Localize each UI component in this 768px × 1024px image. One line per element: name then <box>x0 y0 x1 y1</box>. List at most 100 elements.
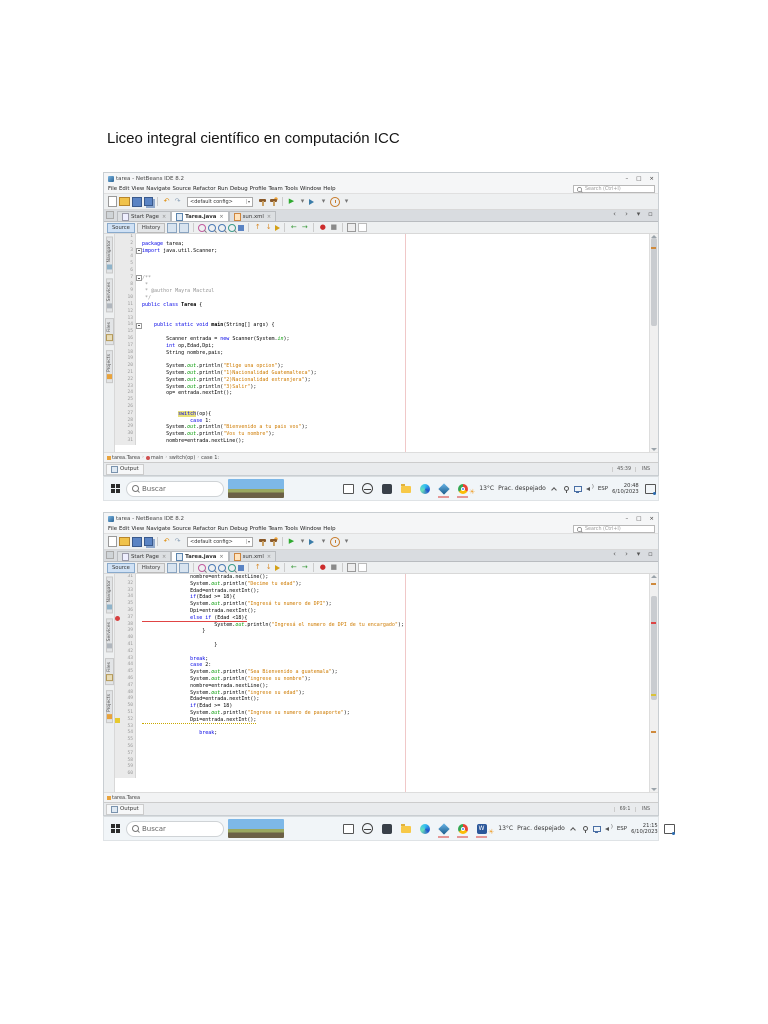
side-tab-services[interactable]: Services <box>105 618 113 653</box>
taskbar-search[interactable]: Buscar <box>126 480 224 497</box>
breadcrumb-item[interactable]: main <box>145 455 163 461</box>
maximize-editor-icon[interactable]: ▫ <box>646 210 655 219</box>
tab-close-icon[interactable]: × <box>162 214 166 220</box>
language-indicator[interactable]: ESP <box>598 486 608 492</box>
new-file-icon[interactable] <box>108 536 117 547</box>
menu-team[interactable]: Team <box>268 526 282 532</box>
toggle-bookmark-icon[interactable] <box>275 564 281 571</box>
tab-start-page[interactable]: Start Page × <box>117 211 172 221</box>
file-explorer-icon[interactable] <box>399 479 412 498</box>
find-next-icon[interactable] <box>208 223 217 232</box>
last-edit-location-icon[interactable] <box>167 222 178 233</box>
scroll-tabs-right-icon[interactable]: › <box>622 550 631 559</box>
start-macro-icon[interactable]: ● <box>318 223 327 232</box>
back-icon[interactable] <box>179 222 190 233</box>
tab-start-page[interactable]: Start Page × <box>117 551 172 561</box>
quick-search[interactable]: Search (Ctrl+I) <box>573 525 655 533</box>
taskbar-clock[interactable]: 20:48 6/10/2023 <box>612 483 639 495</box>
weather-widget[interactable] <box>228 819 284 838</box>
shift-left-icon[interactable]: ← <box>289 563 298 572</box>
next-occurrence-icon[interactable]: ↓ <box>264 563 273 572</box>
select-document-icon[interactable] <box>238 564 245 571</box>
network-icon[interactable] <box>573 485 582 493</box>
find-previous-icon[interactable] <box>218 563 227 572</box>
start-button[interactable] <box>111 824 120 833</box>
undo-icon[interactable]: ↶ <box>162 197 171 206</box>
weather-widget[interactable] <box>228 479 284 498</box>
menu-profile[interactable]: Profile <box>250 526 267 532</box>
side-tab-navigator[interactable]: Navigator <box>105 236 113 274</box>
build-project-icon[interactable] <box>258 197 267 206</box>
menu-refactor[interactable]: Refactor <box>193 526 216 532</box>
chevron-up-icon[interactable] <box>569 825 577 833</box>
weather-desc[interactable]: Prac. despejado <box>517 825 565 832</box>
toggle-highlight-icon[interactable] <box>228 563 237 572</box>
undo-icon[interactable]: ↶ <box>162 537 171 546</box>
debug-dropdown-icon[interactable]: ▾ <box>319 537 328 546</box>
clean-build-icon[interactable] <box>269 537 278 546</box>
find-selection-icon[interactable] <box>198 563 207 572</box>
debug-dropdown-icon[interactable]: ▾ <box>319 197 328 206</box>
side-tab-projects[interactable]: Projects <box>105 689 113 724</box>
breadcrumb-item[interactable]: case 1: <box>201 455 219 461</box>
next-occurrence-icon[interactable]: ↓ <box>264 223 273 232</box>
source-button[interactable]: Source <box>107 562 135 573</box>
menu-profile[interactable]: Profile <box>250 186 267 192</box>
menu-edit[interactable]: Edit <box>119 526 129 532</box>
select-document-icon[interactable] <box>238 224 245 231</box>
breadcrumb-item[interactable]: tarea.Tarea <box>107 455 140 461</box>
previous-occurrence-icon[interactable]: ↑ <box>253 223 262 232</box>
tray-pin-icon[interactable] <box>562 485 570 493</box>
netbeans-icon[interactable] <box>437 479 450 498</box>
dark-app-icon[interactable] <box>380 819 393 838</box>
redo-icon[interactable]: ↷ <box>173 197 182 206</box>
taskbar-search[interactable]: Buscar <box>126 820 224 837</box>
language-indicator[interactable]: ESP <box>617 826 627 832</box>
start-button[interactable] <box>111 484 120 493</box>
redo-icon[interactable]: ↷ <box>173 537 182 546</box>
shift-right-icon[interactable]: → <box>300 563 309 572</box>
menu-source[interactable]: Source <box>172 526 191 532</box>
tab-sun-xml[interactable]: sun.xml × <box>228 551 277 561</box>
save-all-icon[interactable] <box>144 197 153 206</box>
comment-icon[interactable] <box>347 563 357 572</box>
title-bar[interactable]: tarea - NetBeans IDE 8.2 – □ × <box>104 513 658 524</box>
side-tab-projects[interactable]: Projects <box>105 349 113 384</box>
menu-file[interactable]: File <box>108 186 117 192</box>
find-previous-icon[interactable] <box>218 223 227 232</box>
side-tab-navigator[interactable]: Navigator <box>105 576 113 614</box>
tab-close-icon[interactable]: × <box>162 554 166 560</box>
dark-app-icon[interactable] <box>380 479 393 498</box>
menu-navigate[interactable]: Navigate <box>146 186 170 192</box>
code-editor[interactable]: 1 2 package tarea; 3 import java.util.Scanne… <box>115 234 649 452</box>
profile-dropdown-icon[interactable]: ▾ <box>342 537 351 546</box>
network-icon[interactable] <box>592 825 601 833</box>
scrollbar-thumb[interactable] <box>651 595 657 701</box>
uncomment-icon[interactable] <box>358 223 368 232</box>
notification-icon[interactable] <box>644 483 656 495</box>
menu-tools[interactable]: Tools <box>285 186 298 192</box>
menu-window[interactable]: Window <box>300 526 321 532</box>
tab-dropdown-icon[interactable]: ▾ <box>634 210 643 219</box>
code-editor[interactable]: 31 nombre=entrada.nextLine(); 32 System.o… <box>115 574 649 792</box>
debug-project-icon[interactable] <box>309 198 317 205</box>
weather-temp[interactable]: 13°C <box>479 485 494 492</box>
menu-source[interactable]: Source <box>172 186 191 192</box>
weather-temp[interactable]: 13°C <box>498 825 513 832</box>
menu-file[interactable]: File <box>108 526 117 532</box>
close-button[interactable]: × <box>649 176 654 182</box>
chrome-icon[interactable] <box>456 819 469 838</box>
source-button[interactable]: Source <box>107 222 135 233</box>
menu-run[interactable]: Run <box>218 186 228 192</box>
output-tab[interactable]: Output <box>106 803 144 815</box>
minimize-button[interactable]: – <box>625 516 628 522</box>
volume-icon[interactable] <box>585 484 594 493</box>
tab-close-icon[interactable]: × <box>219 554 223 560</box>
find-next-icon[interactable] <box>208 563 217 572</box>
stop-macro-icon[interactable]: ■ <box>329 563 338 572</box>
open-project-icon[interactable] <box>119 197 130 206</box>
minimize-button[interactable]: – <box>625 176 628 182</box>
scroll-tabs-right-icon[interactable]: › <box>622 210 631 219</box>
title-bar[interactable]: tarea - NetBeans IDE 8.2 – □ × <box>104 173 658 184</box>
editor-scrollbar[interactable] <box>649 234 658 452</box>
